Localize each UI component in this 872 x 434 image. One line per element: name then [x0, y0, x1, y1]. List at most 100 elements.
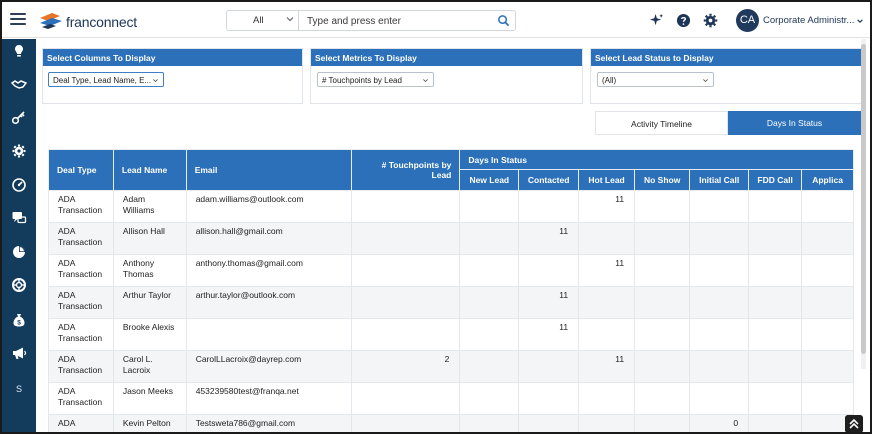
gear-icon[interactable]	[11, 143, 27, 159]
table-row: ADA Transaction Jason Meeks 453239580test@…	[48, 382, 854, 415]
email-cell: adam.williams@outlook.com	[185, 190, 352, 223]
email-cell: Testsweta786@gmail.com	[185, 414, 352, 432]
days-in-status-cell	[801, 318, 854, 351]
days-in-status-cell	[459, 382, 520, 415]
scroll-to-top-button[interactable]	[845, 415, 863, 433]
days-in-status-cell	[459, 318, 520, 351]
days-in-status-cell	[634, 190, 691, 223]
global-search: All	[226, 10, 516, 31]
touchpoints-cell	[350, 382, 461, 415]
user-name[interactable]: Corporate Administr...	[763, 15, 855, 26]
money-bag-icon[interactable]: $	[11, 312, 27, 328]
email-cell: allison.hall@gmail.com	[185, 222, 352, 255]
col-header-touchpoints[interactable]: # Touchpoints by Lead	[350, 149, 461, 191]
sparkle-ai-icon[interactable]	[649, 13, 664, 28]
days-in-status-cell	[748, 286, 803, 319]
chevron-down-icon	[153, 79, 158, 83]
deal-type-cell: ADA Transaction	[48, 190, 114, 223]
table-row: ADA Transaction Arthur Taylor arthur.taylo…	[48, 286, 854, 319]
days-in-status-cell	[518, 190, 580, 223]
touchpoints-cell: 2	[350, 350, 461, 383]
table-row: ADA Kevin Pelton Testsweta786@gmail.com 0	[48, 414, 854, 432]
megaphone-icon[interactable]	[11, 345, 27, 361]
key-icon[interactable]	[11, 109, 27, 125]
deal-type-cell: ADA Transaction	[48, 318, 114, 351]
days-in-status-cell: 11	[518, 318, 580, 351]
days-in-status-cell	[748, 414, 803, 432]
help-icon[interactable]	[676, 13, 691, 28]
days-in-status-cell	[801, 254, 854, 287]
days-in-status-cell	[518, 414, 580, 432]
touchpoints-cell	[350, 190, 461, 223]
lead-name-cell: Kevin Pelton	[112, 414, 187, 432]
table-row: ADA Transaction Carol L. Lacroix CarolLLac…	[48, 350, 854, 383]
days-in-status-cell	[634, 254, 691, 287]
brand-logo[interactable]: franconnect	[38, 10, 148, 32]
days-in-status-cell	[459, 190, 520, 223]
days-in-status-cell	[634, 222, 691, 255]
lifebuoy-icon[interactable]	[11, 277, 27, 293]
chevron-down-icon	[423, 79, 428, 83]
lead-name-cell: Allison Hall	[112, 222, 187, 255]
col-header-deal-type[interactable]: Deal Type	[48, 149, 114, 191]
days-in-status-cell	[459, 222, 520, 255]
days-in-status-cell	[634, 382, 691, 415]
days-in-status-cell	[634, 318, 691, 351]
col-header-lead-name[interactable]: Lead Name	[112, 149, 187, 191]
search-scope-select[interactable]: All	[227, 11, 299, 30]
hamburger-menu-icon[interactable]	[10, 13, 26, 27]
status-select[interactable]: (All)	[597, 72, 714, 87]
chat-icon[interactable]	[11, 210, 27, 226]
sidebar-item-s[interactable]: S	[2, 384, 36, 394]
email-cell: CarolLLacroix@dayrep.com	[185, 350, 352, 383]
handshake-icon[interactable]	[10, 76, 28, 92]
days-in-status-cell	[689, 382, 750, 415]
days-in-status-table: Deal Type Lead Name Email # Touchpoints …	[48, 149, 854, 432]
days-in-status-cell	[459, 414, 520, 432]
days-in-status-cell	[578, 318, 636, 351]
days-in-status-cell: 0	[689, 414, 750, 432]
tab-activity-timeline[interactable]: Activity Timeline	[595, 111, 728, 135]
user-avatar[interactable]: CA	[736, 9, 759, 32]
days-in-status-cell	[748, 350, 803, 383]
email-cell: anthony.thomas@gmail.com	[185, 254, 352, 287]
days-in-status-cell	[634, 350, 691, 383]
lightbulb-icon[interactable]	[11, 43, 27, 59]
col-header-status-3[interactable]: No Show	[634, 169, 691, 191]
tab-days-in-status[interactable]: Days In Status	[728, 111, 861, 135]
user-menu-chevron-icon[interactable]	[856, 17, 864, 25]
col-header-status-0[interactable]: New Lead	[459, 169, 520, 191]
days-in-status-cell	[578, 382, 636, 415]
settings-gear-icon[interactable]	[703, 13, 718, 28]
days-in-status-cell	[578, 222, 636, 255]
col-header-email[interactable]: Email	[185, 149, 352, 191]
sidebar: $ S	[2, 39, 36, 432]
col-header-status-6[interactable]: Applica	[801, 169, 854, 191]
speedometer-icon[interactable]	[11, 177, 27, 193]
days-in-status-cell	[748, 190, 803, 223]
col-header-status-5[interactable]: FDD Call	[748, 169, 803, 191]
col-header-status-2[interactable]: Hot Lead	[578, 169, 636, 191]
days-in-status-cell: 11	[578, 190, 636, 223]
status-filter-panel: Select Lead Status to Display (All)	[590, 48, 862, 104]
days-in-status-cell	[748, 222, 803, 255]
search-input[interactable]	[307, 14, 487, 28]
scrollbar-thumb[interactable]	[861, 44, 866, 354]
metrics-select[interactable]: # Touchpoints by Lead	[317, 72, 434, 87]
lead-name-cell: Brooke Alexis	[112, 318, 187, 351]
search-icon[interactable]	[497, 14, 510, 27]
table-row: ADA Transaction Adam Williams adam.william…	[48, 190, 854, 223]
col-group-days-in-status: Days In Status	[459, 149, 854, 170]
col-header-status-4[interactable]: Initial Call	[689, 169, 750, 191]
columns-select-value: Deal Type, Lead Name, E...	[53, 76, 152, 85]
col-header-status-1[interactable]: Contacted	[518, 169, 580, 191]
days-in-status-cell	[748, 318, 803, 351]
app-window: franconnect All CA Corporate Administr..…	[0, 0, 872, 434]
pie-chart-icon[interactable]	[11, 244, 27, 260]
touchpoints-cell	[350, 414, 461, 432]
top-bar: franconnect All CA Corporate Administr..…	[2, 2, 870, 38]
days-in-status-cell	[459, 254, 520, 287]
days-in-status-cell	[801, 350, 854, 383]
days-in-status-cell	[518, 254, 580, 287]
columns-select[interactable]: Deal Type, Lead Name, E...	[48, 72, 164, 87]
